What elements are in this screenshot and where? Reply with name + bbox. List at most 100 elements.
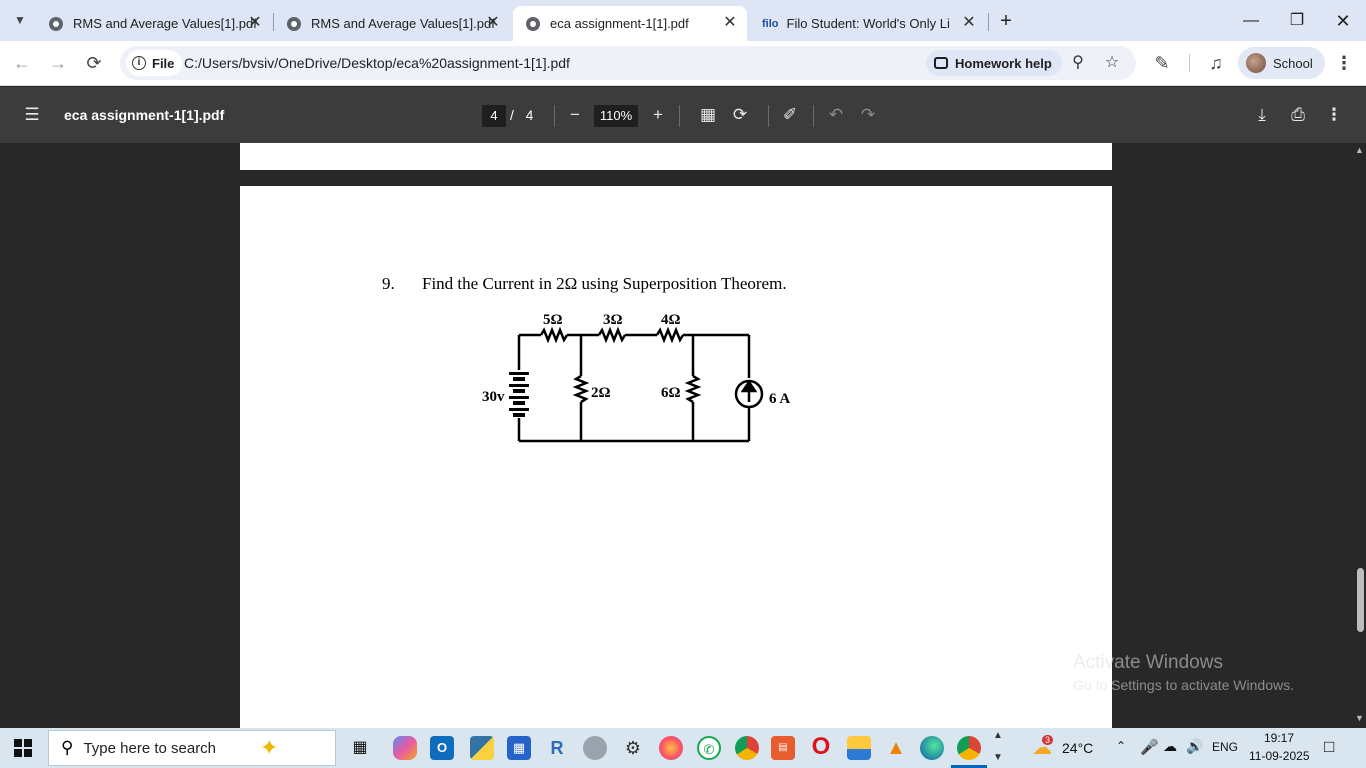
- browser-menu-icon[interactable]: ⋮: [1330, 49, 1358, 77]
- activate-windows-subtitle: Go to Settings to activate Windows.: [1073, 677, 1294, 693]
- chrome-active-icon[interactable]: [957, 736, 981, 760]
- scrollbar-thumb[interactable]: [1357, 568, 1364, 632]
- site-info-chip[interactable]: i File: [126, 50, 183, 76]
- undo-icon[interactable]: ↶: [824, 103, 848, 127]
- firefox-icon[interactable]: [659, 736, 683, 760]
- scroll-up-icon[interactable]: ▲: [1355, 145, 1364, 155]
- draw-annotation-icon[interactable]: ✐: [778, 103, 802, 127]
- copilot-sparkle-icon: ✦: [260, 735, 279, 760]
- redo-icon[interactable]: ↷: [856, 103, 880, 127]
- tab-rms-1[interactable]: RMS and Average Values[1].pdf ✕: [36, 6, 272, 41]
- vertical-scrollbar[interactable]: ▲ ▼: [1352, 143, 1366, 728]
- total-pages: 4: [525, 107, 534, 123]
- pdf-page-3-bottom: [240, 143, 1112, 170]
- download-icon[interactable]: ⤓: [1250, 103, 1274, 127]
- toolbar-divider: [768, 105, 769, 127]
- vlc-icon[interactable]: ▲: [884, 736, 908, 760]
- page-total: / 4: [510, 107, 533, 123]
- toolbar-divider: [554, 105, 555, 127]
- filo-logo-icon: filo: [762, 17, 779, 30]
- taskbar-scroll-down-icon[interactable]: ▼: [993, 752, 1003, 763]
- toolbar-divider: [679, 105, 680, 127]
- python-icon[interactable]: [470, 736, 494, 760]
- back-button[interactable]: ←: [8, 49, 36, 77]
- tab-rms-2[interactable]: RMS and Average Values[1].pdf ✕: [274, 6, 510, 41]
- notifications-icon[interactable]: □: [1324, 737, 1334, 757]
- minimize-button[interactable]: —: [1236, 8, 1266, 34]
- more-actions-icon[interactable]: ⋮: [1322, 103, 1346, 127]
- tab-eca-assignment[interactable]: eca assignment-1[1].pdf ✕: [513, 6, 747, 41]
- microphone-icon[interactable]: 🎤: [1140, 738, 1159, 756]
- info-icon: i: [132, 56, 146, 70]
- zoom-icon[interactable]: ⚲: [1068, 53, 1088, 73]
- language-indicator[interactable]: ENG: [1212, 740, 1238, 754]
- tab-close-icon[interactable]: ✕: [960, 14, 978, 32]
- pdf-globe-icon: [287, 16, 301, 31]
- url-text[interactable]: C:/Users/bvsiv/OneDrive/Desktop/eca%20as…: [184, 55, 570, 71]
- copilot-app-icon[interactable]: [393, 736, 417, 760]
- zoom-out-button[interactable]: −: [563, 103, 587, 127]
- toolbar-divider: [813, 105, 814, 127]
- extensions-icon[interactable]: ✎: [1148, 49, 1176, 77]
- tab-strip: ▼ RMS and Average Values[1].pdf ✕ RMS an…: [0, 0, 1366, 41]
- tab-filo[interactable]: filo Filo Student: World's Only Live ✕: [750, 6, 986, 41]
- reload-button[interactable]: ⟳: [80, 49, 108, 77]
- page-number-input[interactable]: 4: [482, 105, 506, 127]
- opera-icon[interactable]: O: [809, 735, 833, 760]
- tab-title: Filo Student: World's Only Live: [786, 16, 949, 31]
- outlook-icon[interactable]: O: [430, 736, 454, 760]
- toolbar-divider: [1189, 54, 1190, 72]
- new-tab-button[interactable]: +: [991, 8, 1021, 34]
- presentation-app-icon[interactable]: ▤: [771, 736, 795, 760]
- close-window-button[interactable]: ✕: [1328, 8, 1358, 34]
- tab-close-icon[interactable]: ✕: [246, 14, 264, 32]
- homework-help-icon: [934, 57, 948, 69]
- activate-windows-title: Activate Windows: [1073, 652, 1223, 673]
- hidden-icons-chevron-icon[interactable]: ⌃: [1116, 739, 1126, 753]
- task-view-icon[interactable]: ▦: [348, 736, 372, 760]
- pdf-viewer[interactable]: 9. Find the Current in 2Ω using Superpos…: [0, 143, 1352, 728]
- resistor-3-ohm: [597, 326, 627, 344]
- edge-icon[interactable]: [920, 736, 944, 760]
- profile-label: School: [1273, 55, 1313, 71]
- zoom-in-button[interactable]: +: [646, 103, 670, 127]
- circuit-diagram: 5Ω 3Ω 4Ω 30v 2Ω 6Ω 6 A: [482, 312, 790, 443]
- resistor-6-ohm: [684, 374, 702, 404]
- restore-button[interactable]: ❐: [1282, 8, 1312, 34]
- taskbar-search-box[interactable]: ⚲ Type here to search ✦: [48, 730, 336, 766]
- tab-close-icon[interactable]: ✕: [484, 14, 502, 32]
- address-bar[interactable]: i File C:/Users/bvsiv/OneDrive/Desktop/e…: [120, 46, 1136, 80]
- volume-icon[interactable]: 🔊: [1186, 738, 1203, 755]
- file-explorer-icon[interactable]: [847, 736, 871, 760]
- windows-start-icon[interactable]: [14, 739, 32, 757]
- taskbar-scroll-up-icon[interactable]: ▲: [993, 730, 1003, 741]
- pdf-globe-icon: [49, 16, 63, 31]
- sidebar-menu-icon[interactable]: ☰: [20, 103, 44, 127]
- microsoft-store-icon[interactable]: ▦: [507, 736, 531, 760]
- fit-page-icon[interactable]: ▦: [696, 103, 720, 127]
- whatsapp-icon[interactable]: ✆: [697, 736, 721, 760]
- settings-gear-icon[interactable]: ⚙: [621, 736, 645, 760]
- resistor-5-ohm: [539, 326, 569, 344]
- homework-help-button[interactable]: Homework help: [926, 50, 1062, 76]
- network-icon[interactable]: ☁: [1163, 738, 1177, 755]
- print-icon[interactable]: ⎙: [1286, 103, 1310, 127]
- media-control-icon[interactable]: ♫: [1202, 49, 1230, 77]
- chrome-profile-icon[interactable]: [735, 736, 759, 760]
- weather-temperature[interactable]: 24°C: [1062, 740, 1093, 756]
- clock-time[interactable]: 19:17: [1264, 731, 1294, 745]
- profile-button[interactable]: School: [1238, 47, 1325, 79]
- tab-close-icon[interactable]: ✕: [721, 14, 739, 32]
- r-studio-icon[interactable]: R: [545, 736, 569, 760]
- forward-button[interactable]: →: [44, 49, 72, 77]
- rotate-icon[interactable]: ⟳: [728, 103, 752, 127]
- tab-search-chevron-icon[interactable]: ▼: [6, 6, 34, 34]
- clock-date[interactable]: 11-09-2025: [1249, 749, 1310, 763]
- pdf-globe-icon: [526, 16, 540, 31]
- battery-30v: [509, 372, 529, 417]
- scroll-down-icon[interactable]: ▼: [1355, 713, 1364, 723]
- zoom-level-input[interactable]: 110%: [594, 105, 638, 127]
- bookmark-star-icon[interactable]: ☆: [1102, 53, 1122, 73]
- windows-taskbar: ⚲ Type here to search ✦ ▦ O ▦ R ⚙ ✆ ▤ O …: [0, 728, 1366, 768]
- disk-app-icon[interactable]: [583, 736, 607, 760]
